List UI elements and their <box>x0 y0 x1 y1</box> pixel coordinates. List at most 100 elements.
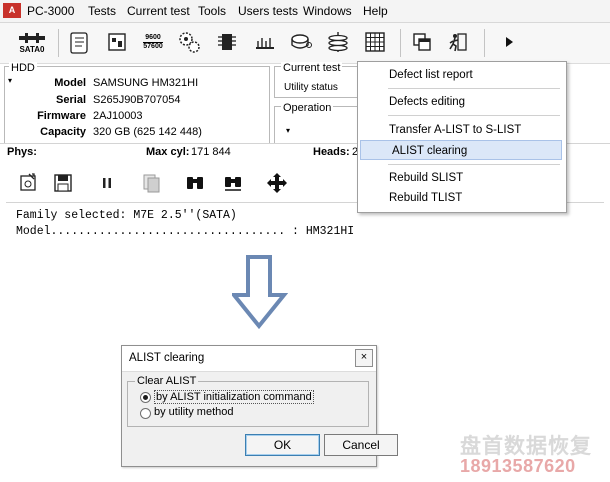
option-alist-init-label[interactable]: by ALIST initialization command <box>154 390 314 404</box>
option-utility-method-label[interactable]: by utility method <box>154 406 233 418</box>
menu-item-rebuild-slist[interactable]: Rebuild SLIST <box>358 168 564 188</box>
copy-button[interactable] <box>138 170 164 196</box>
save-button[interactable] <box>50 170 76 196</box>
pause-button[interactable] <box>94 170 120 196</box>
current-test-label: Current test <box>281 62 343 74</box>
main-toolbar: SATA0 9600 57600 <box>0 23 610 64</box>
down-arrow-icon <box>232 255 288 330</box>
hdd-expand-icon[interactable]: ▾ <box>8 76 12 85</box>
serial-label: Serial <box>56 94 86 106</box>
play-button[interactable] <box>494 27 524 57</box>
disk-cup-icon <box>291 34 312 49</box>
baud-rate-label-2: 57600 <box>143 41 163 50</box>
menu-separator <box>388 115 560 116</box>
menu-current-test[interactable]: Current test <box>127 4 190 18</box>
baud-rate-button[interactable]: 9600 57600 <box>138 27 168 57</box>
clear-alist-group <box>127 381 369 427</box>
exit-button[interactable] <box>443 27 473 57</box>
platter-stack-icon <box>328 32 348 52</box>
radio-utility-method[interactable] <box>140 408 151 419</box>
menu-bar: A PC-3000 Tests Current test Tools Users… <box>0 0 610 23</box>
toolbar-separator <box>400 29 401 57</box>
dialog-close-button[interactable]: × <box>355 349 373 367</box>
radio-selected-dot <box>143 395 148 400</box>
binoculars-list-icon <box>225 177 241 191</box>
grid-icon <box>365 32 385 52</box>
phys-label: Phys: <box>7 146 37 158</box>
operation-label: Operation <box>281 102 334 114</box>
find-button[interactable] <box>182 170 208 196</box>
menu-item-defect-list-report[interactable]: Defect list report <box>358 65 564 85</box>
utility-status: Utility status <box>284 82 338 93</box>
terminal-button[interactable] <box>102 27 132 57</box>
menu-item-transfer-alist[interactable]: Transfer A-LIST to S-LIST <box>358 120 564 140</box>
alist-clearing-dialog: ALIST clearing × Clear ALIST by ALIST in… <box>121 345 398 467</box>
sata-port-button[interactable]: SATA0 <box>12 27 52 57</box>
script-icon <box>70 32 88 54</box>
toolbar-separator <box>58 29 59 57</box>
windows-button[interactable] <box>407 27 437 57</box>
export-icon <box>20 173 36 191</box>
serial-value: S265J90B707054 <box>93 94 181 106</box>
sata-port-icon <box>19 32 45 43</box>
copy-icon <box>143 174 160 193</box>
app-title: PC-3000 <box>27 4 75 18</box>
max-cyl-value: 171 844 <box>191 146 231 158</box>
heads-label: Heads: <box>313 146 350 158</box>
max-cyl-label: Max cyl: <box>146 146 190 158</box>
save-icon <box>54 174 72 192</box>
binoculars-icon <box>187 177 203 189</box>
sata-label: SATA0 <box>19 44 45 54</box>
grid-button[interactable] <box>360 27 390 57</box>
platter-stack-button[interactable] <box>323 27 353 57</box>
chip-button[interactable] <box>212 27 242 57</box>
capacity-label: Capacity <box>40 126 86 138</box>
toolbar-separator <box>484 29 485 57</box>
disk-cup-button[interactable] <box>286 27 316 57</box>
operation-dropdown-icon[interactable]: ▾ <box>286 126 290 135</box>
tools-dropdown-menu: Defect list report Defects editing Trans… <box>357 61 567 213</box>
dialog-titlebar: ALIST clearing × <box>122 346 376 372</box>
chip-icon <box>218 34 236 50</box>
firmware-value: 2AJ10003 <box>93 110 143 122</box>
menu-windows[interactable]: Windows <box>303 4 352 18</box>
menu-item-alist-clearing[interactable]: ALIST clearing <box>360 140 562 160</box>
app-logo: A <box>3 3 21 18</box>
baud-rate-label-1: 9600 <box>145 33 161 41</box>
script-button[interactable] <box>64 27 94 57</box>
power-meter-icon <box>256 38 274 49</box>
watermark-phone: 18913587620 <box>460 456 576 476</box>
menu-users-tests[interactable]: Users tests <box>238 4 298 18</box>
log-line: Model.................................. … <box>16 225 355 238</box>
ok-button[interactable]: OK <box>245 434 320 456</box>
model-value: SAMSUNG HM321HI <box>93 77 199 89</box>
power-meter-button[interactable] <box>250 27 280 57</box>
export-button[interactable] <box>15 170 41 196</box>
hdd-group-label: HDD <box>9 62 37 74</box>
menu-tools[interactable]: Tools <box>198 4 226 18</box>
capacity-value: 320 GB (625 142 448) <box>93 126 202 138</box>
play-icon <box>506 37 513 47</box>
menu-item-rebuild-tlist[interactable]: Rebuild TLIST <box>358 188 564 208</box>
model-label: Model <box>54 77 86 89</box>
running-man-icon <box>449 33 467 52</box>
find-list-button[interactable] <box>220 170 246 196</box>
windows-icon <box>413 33 431 51</box>
radio-alist-init[interactable] <box>140 392 151 403</box>
gear-stack-button[interactable] <box>174 27 204 57</box>
clear-alist-group-label: Clear ALIST <box>135 375 199 387</box>
move-arrows-icon <box>267 173 287 193</box>
log-line: Family selected: M7E 2.5''(SATA) <box>16 209 237 222</box>
firmware-label: Firmware <box>37 110 86 122</box>
menu-tests[interactable]: Tests <box>88 4 116 18</box>
gear-stack-icon <box>179 32 200 53</box>
cancel-button[interactable]: Cancel <box>324 434 398 456</box>
menu-separator <box>388 88 560 89</box>
menu-help[interactable]: Help <box>363 4 388 18</box>
pause-icon <box>103 178 111 188</box>
dialog-title: ALIST clearing <box>129 352 205 364</box>
menu-item-defects-editing[interactable]: Defects editing <box>358 92 564 112</box>
move-button[interactable] <box>264 170 290 196</box>
menu-separator <box>388 164 560 165</box>
terminal-icon <box>108 33 126 51</box>
